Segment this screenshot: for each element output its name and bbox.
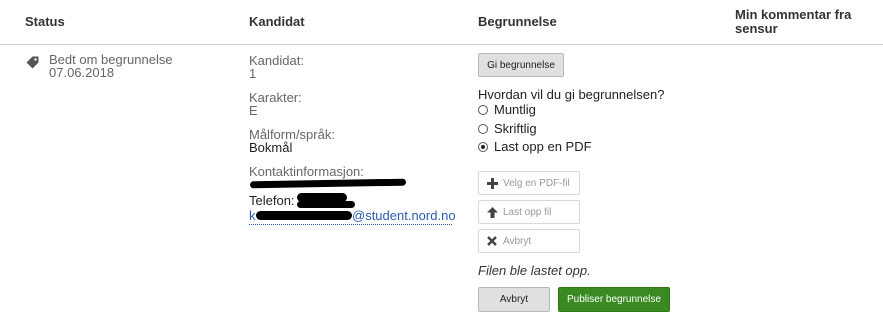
kandidat-value: 1 xyxy=(249,66,257,81)
last-opp-fil-label: Last opp fil xyxy=(503,206,552,218)
redaction-email xyxy=(256,211,352,220)
header-kandidat: Kandidat xyxy=(249,14,305,29)
radio-muntlig[interactable]: Muntlig xyxy=(478,103,536,117)
velg-pdf-label: Velg en PDF-fil xyxy=(503,177,570,189)
redaction-phone-2 xyxy=(297,201,355,208)
radio-last-opp-pdf-label: Last opp en PDF xyxy=(494,139,592,154)
kandidat-label: Kandidat: xyxy=(249,53,304,68)
radio-muntlig-circle[interactable] xyxy=(478,105,488,115)
plus-icon xyxy=(487,172,498,194)
malform-value: Bokmål xyxy=(249,140,293,155)
gi-begrunnelse-button[interactable]: Gi begrunnelse xyxy=(478,53,564,77)
begrunnelse-question: Hvordan vil du gi begrunnelsen? xyxy=(478,87,665,102)
avbryt-button[interactable]: Avbryt xyxy=(478,287,550,312)
avbryt-upload-label: Avbryt xyxy=(503,235,532,247)
karakter-value: E xyxy=(249,103,258,118)
status-date: 07.06.2018 xyxy=(49,65,115,80)
radio-muntlig-label: Muntlig xyxy=(494,102,536,117)
redaction-name xyxy=(249,178,407,189)
header-status: Status xyxy=(25,14,65,29)
kontakt-label: Kontaktinformasjon: xyxy=(249,164,364,179)
arrow-up-icon xyxy=(487,201,498,223)
upload-status-text: Filen ble lastet opp. xyxy=(478,263,591,278)
avbryt-upload-button[interactable]: Avbryt xyxy=(478,229,580,253)
radio-skriftlig-label: Skriftlig xyxy=(494,121,537,136)
email-underline xyxy=(249,224,452,225)
close-icon xyxy=(487,230,497,252)
velg-pdf-button[interactable]: Velg en PDF-fil xyxy=(478,171,580,195)
header-divider xyxy=(0,44,883,45)
email-prefix[interactable]: k xyxy=(249,209,256,223)
radio-skriftlig-circle[interactable] xyxy=(478,124,488,134)
publiser-begrunnelse-button[interactable]: Publiser begrunnelse xyxy=(558,287,670,312)
radio-last-opp-pdf[interactable]: Last opp en PDF xyxy=(478,140,592,154)
telefon-label: Telefon: xyxy=(249,193,295,208)
tag-icon xyxy=(25,55,40,75)
header-begrunnelse: Begrunnelse xyxy=(478,14,557,29)
radio-skriftlig[interactable]: Skriftlig xyxy=(478,122,537,136)
email-link[interactable]: @student.nord.no xyxy=(352,209,456,223)
header-kommentar: Min kommentar fra sensur xyxy=(735,7,852,36)
radio-last-opp-pdf-circle[interactable] xyxy=(478,142,488,152)
last-opp-fil-button[interactable]: Last opp fil xyxy=(478,200,580,224)
